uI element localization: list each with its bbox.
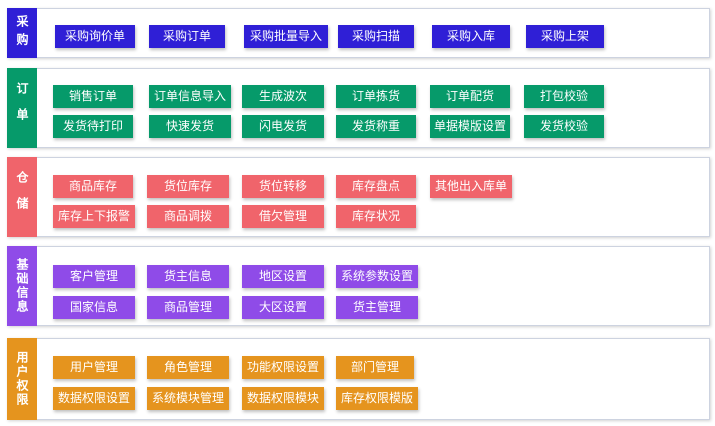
purchase-button[interactable]: 采购订单 xyxy=(149,25,225,48)
user-permission-tab: 用户权限 xyxy=(7,338,37,420)
warehouse-tab: 仓储 xyxy=(7,157,37,237)
purchase-button[interactable]: 采购上架 xyxy=(526,25,604,48)
purchase-button[interactable]: 采购询价单 xyxy=(55,25,135,48)
basic-info-button[interactable]: 系统参数设置 xyxy=(336,265,418,288)
purchase-tab: 采购 xyxy=(7,8,37,58)
order-button[interactable]: 订单拣货 xyxy=(336,85,416,108)
order-button[interactable]: 发货称重 xyxy=(336,115,416,138)
basic-info-button[interactable]: 商品管理 xyxy=(147,296,229,319)
user-permission-button[interactable]: 角色管理 xyxy=(147,356,229,379)
purchase-button[interactable]: 采购批量导入 xyxy=(244,25,328,48)
basic-info-button[interactable]: 国家信息 xyxy=(53,296,135,319)
order-button[interactable]: 发货待打印 xyxy=(53,115,133,138)
warehouse-button[interactable]: 商品调拨 xyxy=(147,205,229,228)
basic-info-button[interactable]: 货主管理 xyxy=(336,296,418,319)
basic-info-button[interactable]: 货主信息 xyxy=(147,265,229,288)
user-permission-tab-label: 用户权限 xyxy=(15,351,29,407)
user-permission-button[interactable]: 数据权限模块 xyxy=(242,387,324,410)
order-tab-label: 订单 xyxy=(15,82,29,134)
warehouse-button[interactable]: 库存上下报警 xyxy=(53,205,135,228)
purchase-section: 采购 采购询价单 采购订单 采购批量导入 采购扫描 采购入库 采购上架 xyxy=(7,8,710,58)
warehouse-section: 仓储 商品库存 货位库存 货位转移 库存盘点 其他出入库单 库存上下报警 商品调… xyxy=(7,157,710,237)
order-button[interactable]: 订单信息导入 xyxy=(149,85,231,108)
basic-info-button[interactable]: 客户管理 xyxy=(53,265,135,288)
user-permission-button[interactable]: 系统模块管理 xyxy=(147,387,229,410)
warehouse-button[interactable]: 库存状况 xyxy=(336,205,416,228)
order-button[interactable]: 单据模版设置 xyxy=(430,115,510,138)
warehouse-button[interactable]: 货位转移 xyxy=(242,175,324,198)
purchase-button[interactable]: 采购入库 xyxy=(432,25,510,48)
order-section: 订单 销售订单 订单信息导入 生成波次 订单拣货 订单配货 打包校验 发货待打印… xyxy=(7,68,710,148)
order-button[interactable]: 闪电发货 xyxy=(242,115,324,138)
user-permission-button[interactable]: 库存权限模版 xyxy=(336,387,418,410)
order-button[interactable]: 生成波次 xyxy=(242,85,324,108)
basic-info-button[interactable]: 地区设置 xyxy=(242,265,324,288)
warehouse-button[interactable]: 库存盘点 xyxy=(336,175,416,198)
warehouse-tab-label: 仓储 xyxy=(15,171,29,223)
warehouse-button[interactable]: 其他出入库单 xyxy=(430,175,512,198)
user-permission-section: 用户权限 用户管理 角色管理 功能权限设置 部门管理 数据权限设置 系统模块管理… xyxy=(7,338,710,420)
warehouse-button[interactable]: 借欠管理 xyxy=(242,205,324,228)
basic-info-tab: 基础信息 xyxy=(7,246,37,326)
purchase-button[interactable]: 采购扫描 xyxy=(338,25,414,48)
warehouse-button[interactable]: 货位库存 xyxy=(147,175,229,198)
user-permission-button[interactable]: 数据权限设置 xyxy=(53,387,135,410)
user-permission-button[interactable]: 用户管理 xyxy=(53,356,135,379)
basic-info-section: 基础信息 客户管理 货主信息 地区设置 系统参数设置 国家信息 商品管理 大区设… xyxy=(7,246,710,326)
order-button[interactable]: 订单配货 xyxy=(430,85,510,108)
user-permission-button[interactable]: 部门管理 xyxy=(336,356,414,379)
purchase-tab-label: 采购 xyxy=(15,15,29,51)
order-button[interactable]: 发货校验 xyxy=(524,115,604,138)
basic-info-tab-label: 基础信息 xyxy=(15,258,29,314)
order-tab: 订单 xyxy=(7,68,37,148)
order-button[interactable]: 快速发货 xyxy=(149,115,231,138)
order-button[interactable]: 打包校验 xyxy=(524,85,604,108)
warehouse-button[interactable]: 商品库存 xyxy=(53,175,133,198)
user-permission-button[interactable]: 功能权限设置 xyxy=(242,356,324,379)
basic-info-button[interactable]: 大区设置 xyxy=(242,296,324,319)
order-button[interactable]: 销售订单 xyxy=(53,85,133,108)
